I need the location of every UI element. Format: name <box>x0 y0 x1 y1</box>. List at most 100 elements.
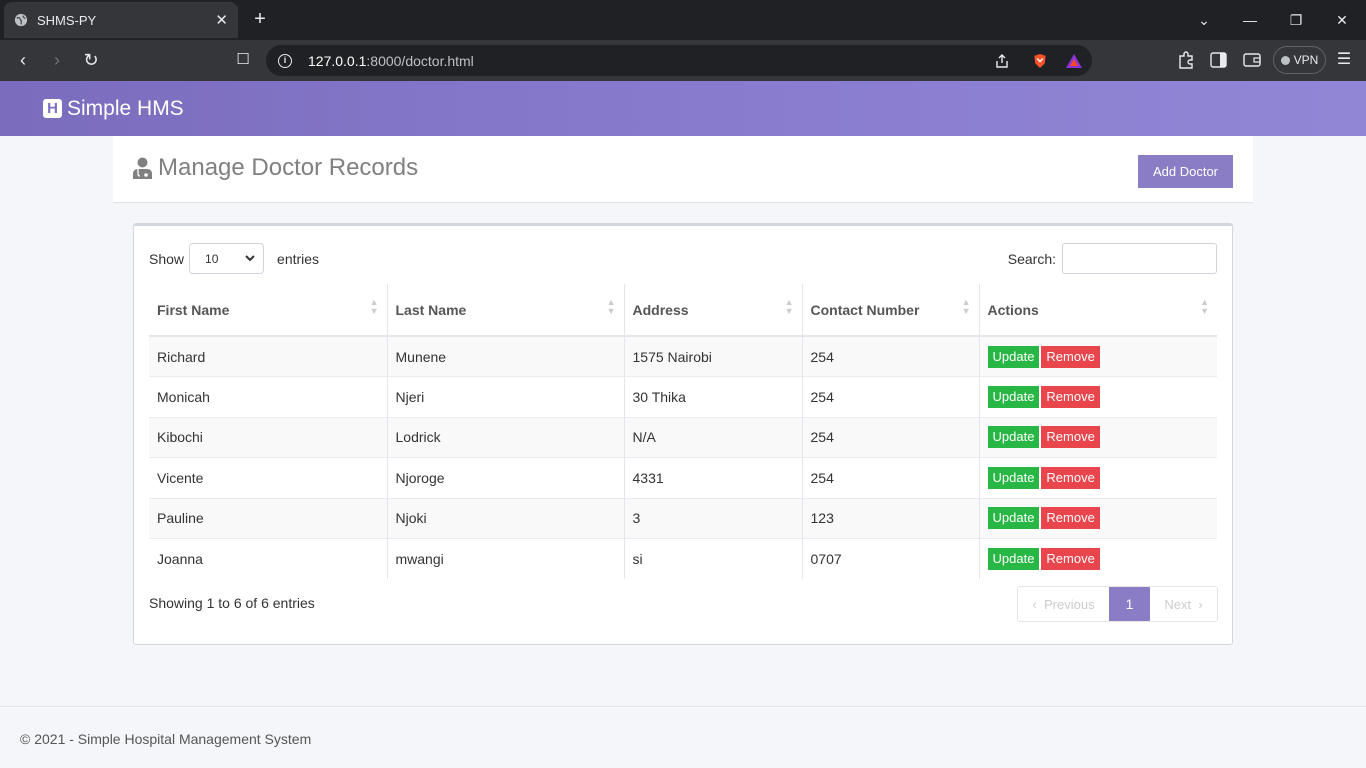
page-length-select[interactable]: 10 <box>189 243 265 274</box>
add-doctor-button[interactable]: Add Doctor <box>1138 155 1233 188</box>
sort-icon: ▲ ▼ <box>1200 297 1209 316</box>
update-button[interactable]: Update <box>987 426 1040 449</box>
update-button[interactable]: Update <box>987 507 1040 530</box>
table-row: Kibochi Lodrick N/A 254 Update Remove <box>149 416 1217 458</box>
update-button[interactable]: Update <box>987 345 1040 368</box>
last-name-cell: Njoki <box>386 497 624 539</box>
menu-icon[interactable]: ☰ <box>1333 49 1355 71</box>
tab-search-icon[interactable]: ⌄ <box>1194 9 1214 31</box>
footer-text: © 2021 - Simple Hospital Management Syst… <box>20 731 312 747</box>
site-info-icon[interactable]: i <box>278 53 292 68</box>
last-name-cell: Njeri <box>386 376 624 417</box>
actions-cell: Update Remove <box>978 335 1217 377</box>
column-header-last-name[interactable]: Last Name ▲ ▼ <box>386 284 624 337</box>
browser-toolbar: ‹ › ↻ ☐ i 127.0.0.1:8000/doctor.html VPN… <box>0 40 1366 81</box>
last-name-cell: Njoroge <box>386 457 624 498</box>
user-doctor-icon <box>133 157 152 179</box>
brave-rewards-icon[interactable] <box>1065 53 1083 69</box>
remove-button[interactable]: Remove <box>1041 345 1100 368</box>
actions-cell: Update Remove <box>978 376 1217 417</box>
back-icon[interactable]: ‹ <box>12 49 34 71</box>
first-name-cell: Vicente <box>149 457 387 498</box>
page-length-control: Show 10 entries <box>149 243 319 274</box>
browser-tab[interactable]: SHMS-PY ✕ <box>4 2 238 38</box>
column-header-actions[interactable]: Actions ▲ ▼ <box>978 284 1217 337</box>
brand-name[interactable]: Simple HMS <box>67 97 184 121</box>
address-cell: N/A <box>623 416 802 458</box>
remove-button[interactable]: Remove <box>1041 507 1100 530</box>
wallet-icon[interactable] <box>1243 52 1261 68</box>
table-row: Richard Munene 1575 Nairobi 254 Update Re… <box>149 335 1217 377</box>
forward-icon[interactable]: › <box>46 49 68 71</box>
contact-cell: 254 <box>801 335 979 377</box>
first-name-cell: Kibochi <box>149 416 387 458</box>
close-window-icon[interactable]: ✕ <box>1332 9 1352 31</box>
reload-icon[interactable]: ↻ <box>80 49 102 71</box>
remove-button[interactable]: Remove <box>1041 466 1100 489</box>
restore-icon[interactable]: ❐ <box>1286 9 1306 31</box>
remove-button[interactable]: Remove <box>1041 426 1100 449</box>
update-button[interactable]: Update <box>987 385 1040 408</box>
extensions-icon[interactable] <box>1177 51 1195 69</box>
app-header: H Simple HMS <box>0 81 1366 136</box>
table-header-row: First Name ▲ ▼ Last Name ▲ ▼ Address ▲ ▼ Conta… <box>149 284 1217 337</box>
table-row: Joanna mwangi si 0707 Update Remove <box>149 538 1217 579</box>
sort-icon: ▲ ▼ <box>369 297 379 316</box>
vpn-status-icon <box>1280 55 1290 65</box>
contact-cell: 123 <box>801 497 979 539</box>
new-tab-icon[interactable]: + <box>250 8 270 32</box>
contact-cell: 0707 <box>801 538 979 579</box>
address-cell: 1575 Nairobi <box>623 335 802 377</box>
first-name-cell: Pauline <box>149 497 387 539</box>
previous-page-button[interactable]: ‹ Previous <box>1018 587 1109 621</box>
contact-cell: 254 <box>801 376 979 417</box>
column-header-first-name[interactable]: First Name ▲ ▼ <box>149 284 387 337</box>
column-header-contact-number[interactable]: Contact Number ▲ ▼ <box>801 284 979 337</box>
address-bar[interactable]: i 127.0.0.1:8000/doctor.html <box>266 45 1092 76</box>
close-tab-icon[interactable]: ✕ <box>215 11 228 29</box>
first-name-cell: Monicah <box>149 376 387 417</box>
sort-icon: ▲ ▼ <box>784 297 794 316</box>
remove-button[interactable]: Remove <box>1041 548 1100 570</box>
update-button[interactable]: Update <box>987 548 1040 570</box>
minimize-icon[interactable]: — <box>1240 9 1260 31</box>
share-icon[interactable] <box>994 53 1010 69</box>
update-button[interactable]: Update <box>987 466 1040 489</box>
actions-cell: Update Remove <box>978 457 1217 498</box>
doctor-table: First Name ▲ ▼ Last Name ▲ ▼ Address ▲ ▼ Conta… <box>149 284 1217 579</box>
browser-tab-bar: SHMS-PY ✕ + ⌄ — ❐ ✕ <box>0 0 1366 40</box>
actions-cell: Update Remove <box>978 538 1217 579</box>
sort-icon: ▲ ▼ <box>961 297 971 316</box>
last-name-cell: Munene <box>386 335 624 377</box>
next-page-button[interactable]: Next › <box>1150 587 1217 621</box>
tab-title: SHMS-PY <box>37 12 97 28</box>
doctor-records-card: Show 10 entries Search: First Name ▲ ▼ Las… <box>133 223 1233 645</box>
content-header: Manage Doctor Records Add Doctor <box>113 136 1253 203</box>
address-cell: 4331 <box>623 457 802 498</box>
sidebar-icon[interactable] <box>1210 52 1227 68</box>
url-text: 127.0.0.1:8000/doctor.html <box>308 52 474 69</box>
last-name-cell: Lodrick <box>386 416 624 458</box>
page-1-button[interactable]: 1 <box>1109 587 1150 621</box>
remove-button[interactable]: Remove <box>1041 385 1100 408</box>
chevron-left-icon: ‹ <box>1032 596 1037 612</box>
brave-shield-icon[interactable] <box>1032 53 1048 69</box>
contact-cell: 254 <box>801 416 979 458</box>
search-input[interactable] <box>1062 243 1217 274</box>
pagination: ‹ Previous 1 Next › <box>1017 586 1218 622</box>
chevron-right-icon: › <box>1198 596 1203 612</box>
hospital-logo-icon: H <box>43 99 62 118</box>
column-header-address[interactable]: Address ▲ ▼ <box>623 284 802 337</box>
bookmark-icon[interactable]: ☐ <box>232 49 254 71</box>
last-name-cell: mwangi <box>386 538 624 579</box>
first-name-cell: Joanna <box>149 538 387 579</box>
address-cell: 3 <box>623 497 802 539</box>
chevron-down-icon <box>245 255 255 262</box>
table-row: Vicente Njoroge 4331 254 Update Remove <box>149 457 1217 498</box>
vpn-button[interactable]: VPN <box>1273 46 1326 74</box>
sort-icon: ▲ ▼ <box>606 297 616 316</box>
page-title: Manage Doctor Records <box>133 154 418 182</box>
first-name-cell: Richard <box>149 335 387 377</box>
globe-icon <box>14 13 28 27</box>
actions-cell: Update Remove <box>978 416 1217 458</box>
